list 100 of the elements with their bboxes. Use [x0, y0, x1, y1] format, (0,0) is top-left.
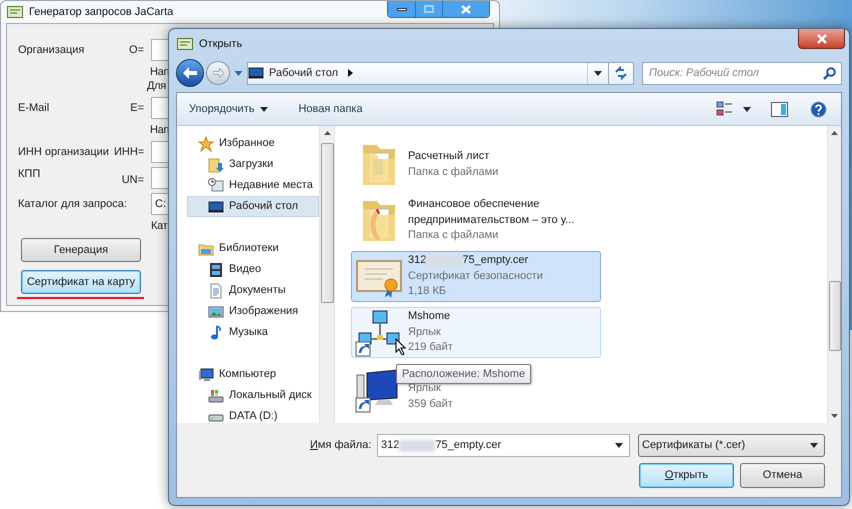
file-detail: Ярлык: [408, 324, 442, 340]
file-item[interactable]: 312 75_empty.cer Сертификат безопасности 1,18 КБ: [351, 251, 601, 302]
scrollbar[interactable]: [827, 126, 841, 423]
file-name: 75_empty.cer: [462, 253, 528, 268]
scrollbar[interactable]: [319, 126, 335, 423]
field-prefix: ИНН=: [114, 144, 144, 160]
desktop-icon: [208, 198, 224, 214]
download-folder-icon: [208, 156, 224, 172]
desktop-icon: [248, 65, 264, 81]
file-item[interactable]: Mshome Ярлык 219 байт: [351, 307, 601, 358]
file-name: Финансовое обеспечение предпринимательством – это у...: [408, 197, 576, 228]
file-detail: 219 байт: [408, 340, 454, 356]
view-button[interactable]: [716, 101, 751, 117]
file-detail: Папка с файлами: [408, 164, 500, 180]
forward-arrow-icon: [212, 68, 224, 78]
field-value: 312: [381, 438, 400, 454]
sidebar-item[interactable]: Документы: [187, 280, 319, 301]
app-icon: [177, 38, 193, 50]
file-detail: Ярлык: [408, 381, 442, 396]
scroll-up-icon: [831, 131, 838, 135]
file-detail: 1,18 КБ: [408, 284, 448, 300]
address-bar[interactable]: Рабочий стол: [247, 62, 634, 84]
refresh-icon: [614, 66, 628, 80]
new-folder-button[interactable]: Новая папка: [298, 100, 363, 118]
sidebar-item[interactable]: Загрузки: [187, 154, 319, 175]
search-icon: [823, 66, 836, 80]
field-label: Организация: [18, 42, 86, 58]
history-dropdown[interactable]: [232, 70, 244, 76]
redaction-blur: [399, 440, 436, 452]
dialog-button[interactable]: Открыть: [639, 463, 734, 488]
close-button[interactable]: [798, 29, 845, 49]
close-icon: [816, 34, 828, 44]
chevron-right-icon: [348, 69, 354, 77]
field-label: E-Mail: [18, 100, 50, 116]
field-prefix: O=: [128, 42, 144, 58]
close-button[interactable]: [442, 1, 489, 17]
file-name: Расчетный лист: [408, 149, 490, 164]
help-button[interactable]: [810, 100, 827, 118]
mouse-cursor-icon: [395, 338, 406, 355]
minimize-button[interactable]: [388, 1, 415, 17]
organize-menu[interactable]: Упорядочить: [189, 100, 268, 118]
file-name-field[interactable]: 312 75_empty.cer: [377, 434, 630, 457]
field-hint: Для: [147, 79, 166, 93]
sidebar-item[interactable]: Рабочий стол: [187, 196, 319, 217]
preview-pane-button[interactable]: [771, 102, 788, 116]
picture-icon: [208, 304, 224, 320]
film-icon: [208, 262, 224, 278]
caret-icon: [260, 106, 268, 112]
file-name: 312: [408, 253, 426, 268]
close-icon: [461, 4, 471, 14]
window-title: Генератор запросов JaCarta: [29, 4, 174, 20]
help-icon: [810, 100, 827, 118]
window-title: Открыть: [199, 37, 242, 52]
music-note-icon: [208, 324, 224, 340]
sidebar-item[interactable]: Недавние места: [187, 175, 319, 196]
sidebar-item[interactable]: DATA (D:): [187, 406, 319, 423]
field-label: ИНН организации: [18, 144, 110, 160]
sidebar-item[interactable]: Локальный диск: [187, 385, 319, 406]
caret-icon: [234, 70, 242, 76]
file-name: Mshome: [408, 309, 452, 324]
sidebar-item[interactable]: Изображения: [187, 301, 319, 322]
maximize-button[interactable]: [415, 1, 442, 17]
scroll-thumb[interactable]: [320, 143, 334, 303]
search-field[interactable]: Поиск: Рабочий стол: [642, 62, 842, 84]
file-detail: 359 байт: [408, 396, 454, 412]
sidebar-item[interactable]: Библиотеки: [177, 238, 319, 259]
sidebar-item[interactable]: Видео: [187, 259, 319, 280]
sidebar-item[interactable]: Компьютер: [177, 364, 319, 385]
back-arrow-icon: [183, 67, 197, 79]
tooltip: Расположение: Mshome: [396, 364, 532, 384]
system-drive-icon: [208, 388, 224, 404]
dropdown-caret-icon: [594, 70, 602, 76]
sidebar-item[interactable]: Музыка: [187, 322, 319, 343]
scroll-up-icon: [324, 131, 330, 135]
file-type-dropdown[interactable]: Сертификаты (*.cer): [638, 434, 825, 457]
back-button[interactable]: [176, 59, 204, 87]
field-hint: Кат: [151, 219, 168, 233]
app-icon: [7, 6, 23, 18]
file-detail: Сертификат безопасности: [408, 268, 544, 284]
field-label: Каталог для запроса:: [18, 196, 128, 212]
caret-icon: [615, 443, 623, 448]
file-detail: Папка с файлами: [408, 228, 500, 244]
star-icon: [198, 136, 214, 152]
recent-places-icon: [208, 178, 224, 194]
action-button[interactable]: Генерация: [21, 238, 141, 262]
preview-pane-icon: [771, 102, 788, 116]
scroll-thumb[interactable]: [828, 281, 840, 351]
sidebar-item[interactable]: Избранное: [177, 133, 319, 154]
caret-icon: [743, 106, 751, 112]
field-label: КПП: [18, 167, 42, 182]
dialog-button[interactable]: Отмена: [740, 463, 825, 488]
field-value: 75_empty.cer: [435, 438, 502, 454]
caret-icon: [810, 443, 818, 448]
computer-icon: [198, 366, 214, 382]
field-prefix: E=: [129, 100, 144, 116]
file-name-label: Имя файла:: [310, 438, 372, 454]
address-text: Рабочий стол: [269, 66, 338, 81]
view-options-icon: [716, 101, 733, 117]
document-icon: [208, 282, 224, 298]
action-button[interactable]: Сертификат на карту: [21, 270, 141, 294]
